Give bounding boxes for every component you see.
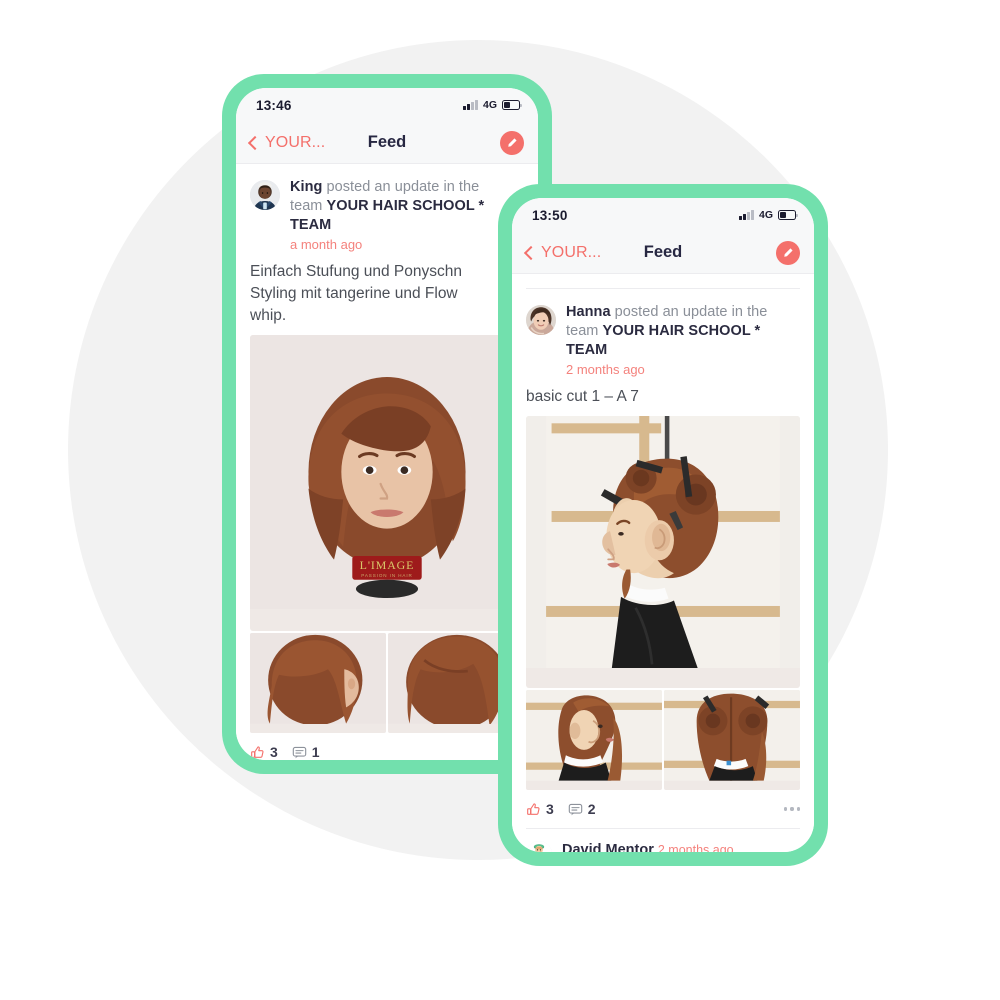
phone-mockup-right: 13:50 4G YOUR... Feed Hanna posted an up…: [498, 184, 828, 866]
compose-button[interactable]: [776, 240, 800, 265]
svg-text:L'IMAGE: L'IMAGE: [360, 558, 415, 572]
like-button[interactable]: 3: [250, 744, 278, 760]
feed-content: King posted an update in the team YOUR H…: [236, 164, 538, 760]
signal-bars-icon: [463, 100, 478, 110]
team-prefix: team: [290, 198, 327, 214]
back-button[interactable]: YOUR...: [247, 133, 326, 152]
status-bar: 13:46 4G: [236, 88, 538, 122]
navigation-bar: YOUR... Feed: [512, 232, 814, 274]
like-button[interactable]: 3: [526, 801, 554, 817]
post-actions: 3 1: [236, 733, 538, 760]
battery-icon: [502, 100, 523, 110]
chevron-left-icon: [523, 245, 539, 260]
status-indicators: 4G: [739, 209, 799, 221]
thumbs-up-icon: [251, 745, 264, 758]
feed-content: Hanna posted an update in the team YOUR …: [512, 274, 814, 852]
post-media-gallery: [512, 416, 814, 790]
post-team-line-2: TEAM: [566, 341, 800, 360]
avatar-david-mentor[interactable]: [526, 841, 552, 852]
comment-item: David Mentor 2 months ago Hallo Hanna, d…: [512, 829, 814, 852]
comment-count: 2: [587, 801, 596, 817]
comment-count: 1: [311, 744, 320, 760]
post-meta: Hanna posted an update in the team YOUR …: [566, 303, 800, 378]
like-count: 3: [546, 801, 554, 817]
status-indicators: 4G: [463, 99, 523, 111]
comment-timestamp: 2 months ago: [657, 843, 734, 852]
status-clock: 13:46: [256, 97, 292, 113]
post-meta: King posted an update in the team YOUR H…: [290, 178, 524, 253]
post-author[interactable]: Hanna: [566, 304, 611, 320]
post-team-line-2: TEAM: [290, 216, 524, 235]
post-action-text: posted an update in the: [322, 179, 480, 195]
poster-stage: 13:46 4G YOUR... Feed King posted an upd…: [0, 0, 1000, 1000]
post-thumbnail-row: [250, 633, 524, 733]
post-image-thumb-2[interactable]: [664, 690, 800, 790]
ellipsis-icon[interactable]: [783, 807, 800, 811]
comment-bubble-icon: [292, 746, 307, 758]
post-author[interactable]: King: [290, 179, 322, 195]
pencil-icon: [508, 137, 517, 147]
team-name[interactable]: YOUR HAIR SCHOOL *: [327, 198, 485, 214]
post-meta-line: King posted an update in the: [290, 178, 524, 197]
network-label: 4G: [758, 209, 773, 221]
team-name-cont[interactable]: TEAM: [566, 342, 607, 358]
network-label: 4G: [482, 99, 497, 111]
phone-screen-left: 13:46 4G YOUR... Feed King posted an upd…: [236, 88, 538, 760]
comment-bubble-icon: [568, 803, 583, 815]
post-media-gallery: L'IMAGE PASSION IN HAIR: [236, 335, 538, 733]
post-meta-line: Hanna posted an update in the: [566, 303, 800, 322]
comment-button[interactable]: 1: [292, 744, 320, 760]
thumbs-up-icon: [527, 802, 540, 815]
battery-icon: [778, 210, 799, 220]
post-action-text: posted an update in the: [610, 304, 768, 320]
post-actions: 3 2: [512, 790, 814, 828]
status-clock: 13:50: [532, 207, 568, 223]
avatar-king[interactable]: [250, 180, 280, 210]
post-timestamp: a month ago: [290, 237, 363, 252]
comment-author-line: David Mentor 2 months ago: [562, 841, 800, 852]
post-header: Hanna posted an update in the team YOUR …: [512, 289, 814, 378]
post-timestamp: 2 months ago: [566, 362, 645, 377]
post-header: King posted an update in the team YOUR H…: [236, 164, 538, 253]
post-team-line: team YOUR HAIR SCHOOL *: [290, 197, 524, 216]
post-thumbnail-row: [526, 690, 800, 790]
signal-bars-icon: [739, 210, 754, 220]
team-name-cont[interactable]: TEAM: [290, 217, 331, 233]
back-button-label: YOUR...: [265, 133, 326, 151]
back-button-label: YOUR...: [541, 243, 602, 261]
phone-screen-right: 13:50 4G YOUR... Feed Hanna posted an up…: [512, 198, 814, 852]
post-body-line-1: basic cut 1 – A 7: [526, 388, 639, 405]
post-team-line: team YOUR HAIR SCHOOL *: [566, 322, 800, 341]
back-button[interactable]: YOUR...: [523, 243, 602, 262]
avatar-hanna[interactable]: [526, 305, 556, 335]
team-name[interactable]: YOUR HAIR SCHOOL *: [603, 323, 761, 339]
post-body: basic cut 1 – A 7: [512, 378, 814, 416]
post-body: Einfach Stufung und Ponyschn Styling mit…: [236, 253, 538, 335]
post-body-line-3: whip.: [250, 307, 287, 324]
team-prefix: team: [566, 323, 603, 339]
post-image-thumb-1[interactable]: [526, 690, 662, 790]
status-bar: 13:50 4G: [512, 198, 814, 232]
post-image-main[interactable]: L'IMAGE PASSION IN HAIR: [250, 335, 524, 631]
chevron-left-icon: [247, 135, 263, 150]
comment-author[interactable]: David Mentor: [562, 842, 654, 852]
post-body-line-2: Styling mit tangerine und Flow: [250, 285, 458, 302]
comment-button[interactable]: 2: [568, 801, 596, 817]
svg-text:PASSION IN HAIR: PASSION IN HAIR: [361, 573, 413, 578]
post-image-thumb-1[interactable]: [250, 633, 386, 733]
compose-button[interactable]: [500, 130, 524, 155]
comment-body: David Mentor 2 months ago Hallo Hanna, d…: [562, 841, 800, 852]
feed-scroll-area[interactable]: King posted an update in the team YOUR H…: [236, 164, 538, 760]
post-image-main[interactable]: [526, 416, 800, 688]
feed-scroll-area[interactable]: Hanna posted an update in the team YOUR …: [512, 274, 814, 852]
navigation-bar: YOUR... Feed: [236, 122, 538, 164]
post-body-line-1: Einfach Stufung und Ponyschn: [250, 263, 462, 280]
pencil-icon: [784, 247, 793, 257]
like-count: 3: [270, 744, 278, 760]
